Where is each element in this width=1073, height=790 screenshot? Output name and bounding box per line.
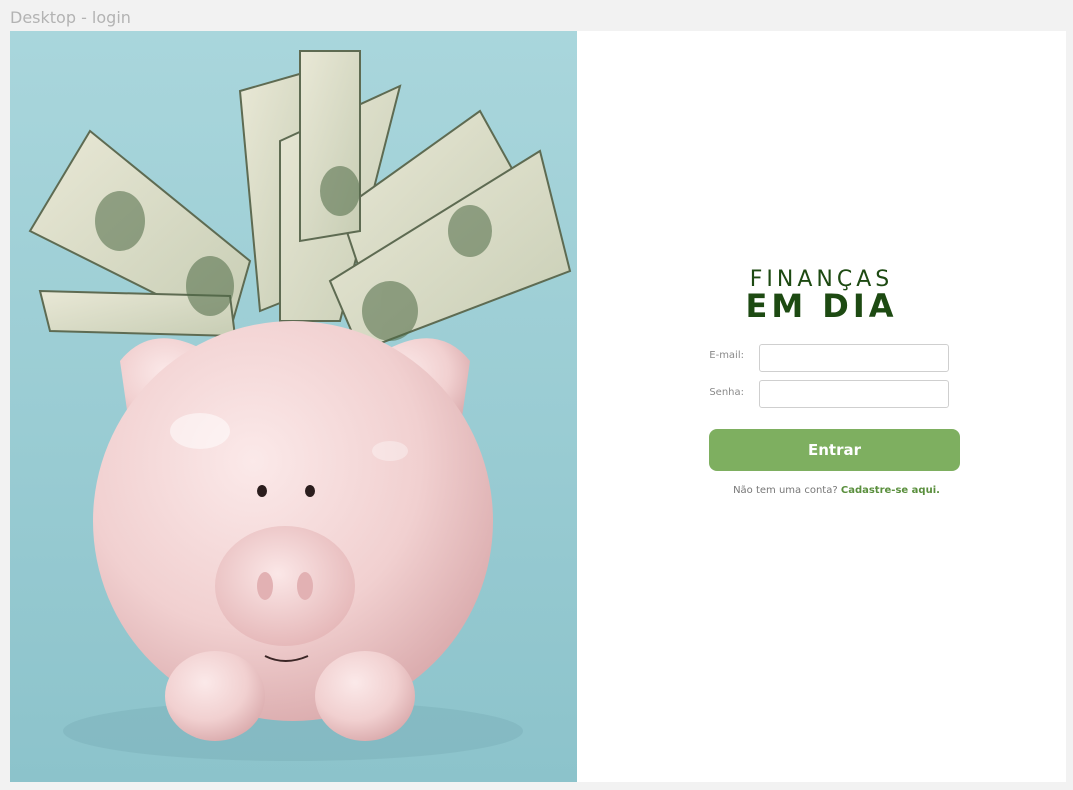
signup-prompt: Não tem uma conta? Cadastre-se aqui. xyxy=(577,485,1066,496)
email-field[interactable] xyxy=(759,344,949,372)
piggy-bank-illustration xyxy=(10,31,577,782)
hero-image xyxy=(10,31,577,782)
login-panel: FINANÇAS EM DIA E-mail: Senha: Entrar Nã… xyxy=(577,31,1066,782)
email-label: E-mail: xyxy=(709,350,744,361)
password-label: Senha: xyxy=(709,387,744,398)
signup-text: Não tem uma conta? xyxy=(733,485,838,496)
login-page: FINANÇAS EM DIA E-mail: Senha: Entrar Nã… xyxy=(10,31,1066,782)
logo-line-2: EM DIA xyxy=(745,287,898,325)
frame-title: Desktop - login xyxy=(10,8,131,27)
signup-link[interactable]: Cadastre-se aqui. xyxy=(841,485,940,496)
enter-button[interactable]: Entrar xyxy=(709,429,960,471)
password-field[interactable] xyxy=(759,380,949,408)
